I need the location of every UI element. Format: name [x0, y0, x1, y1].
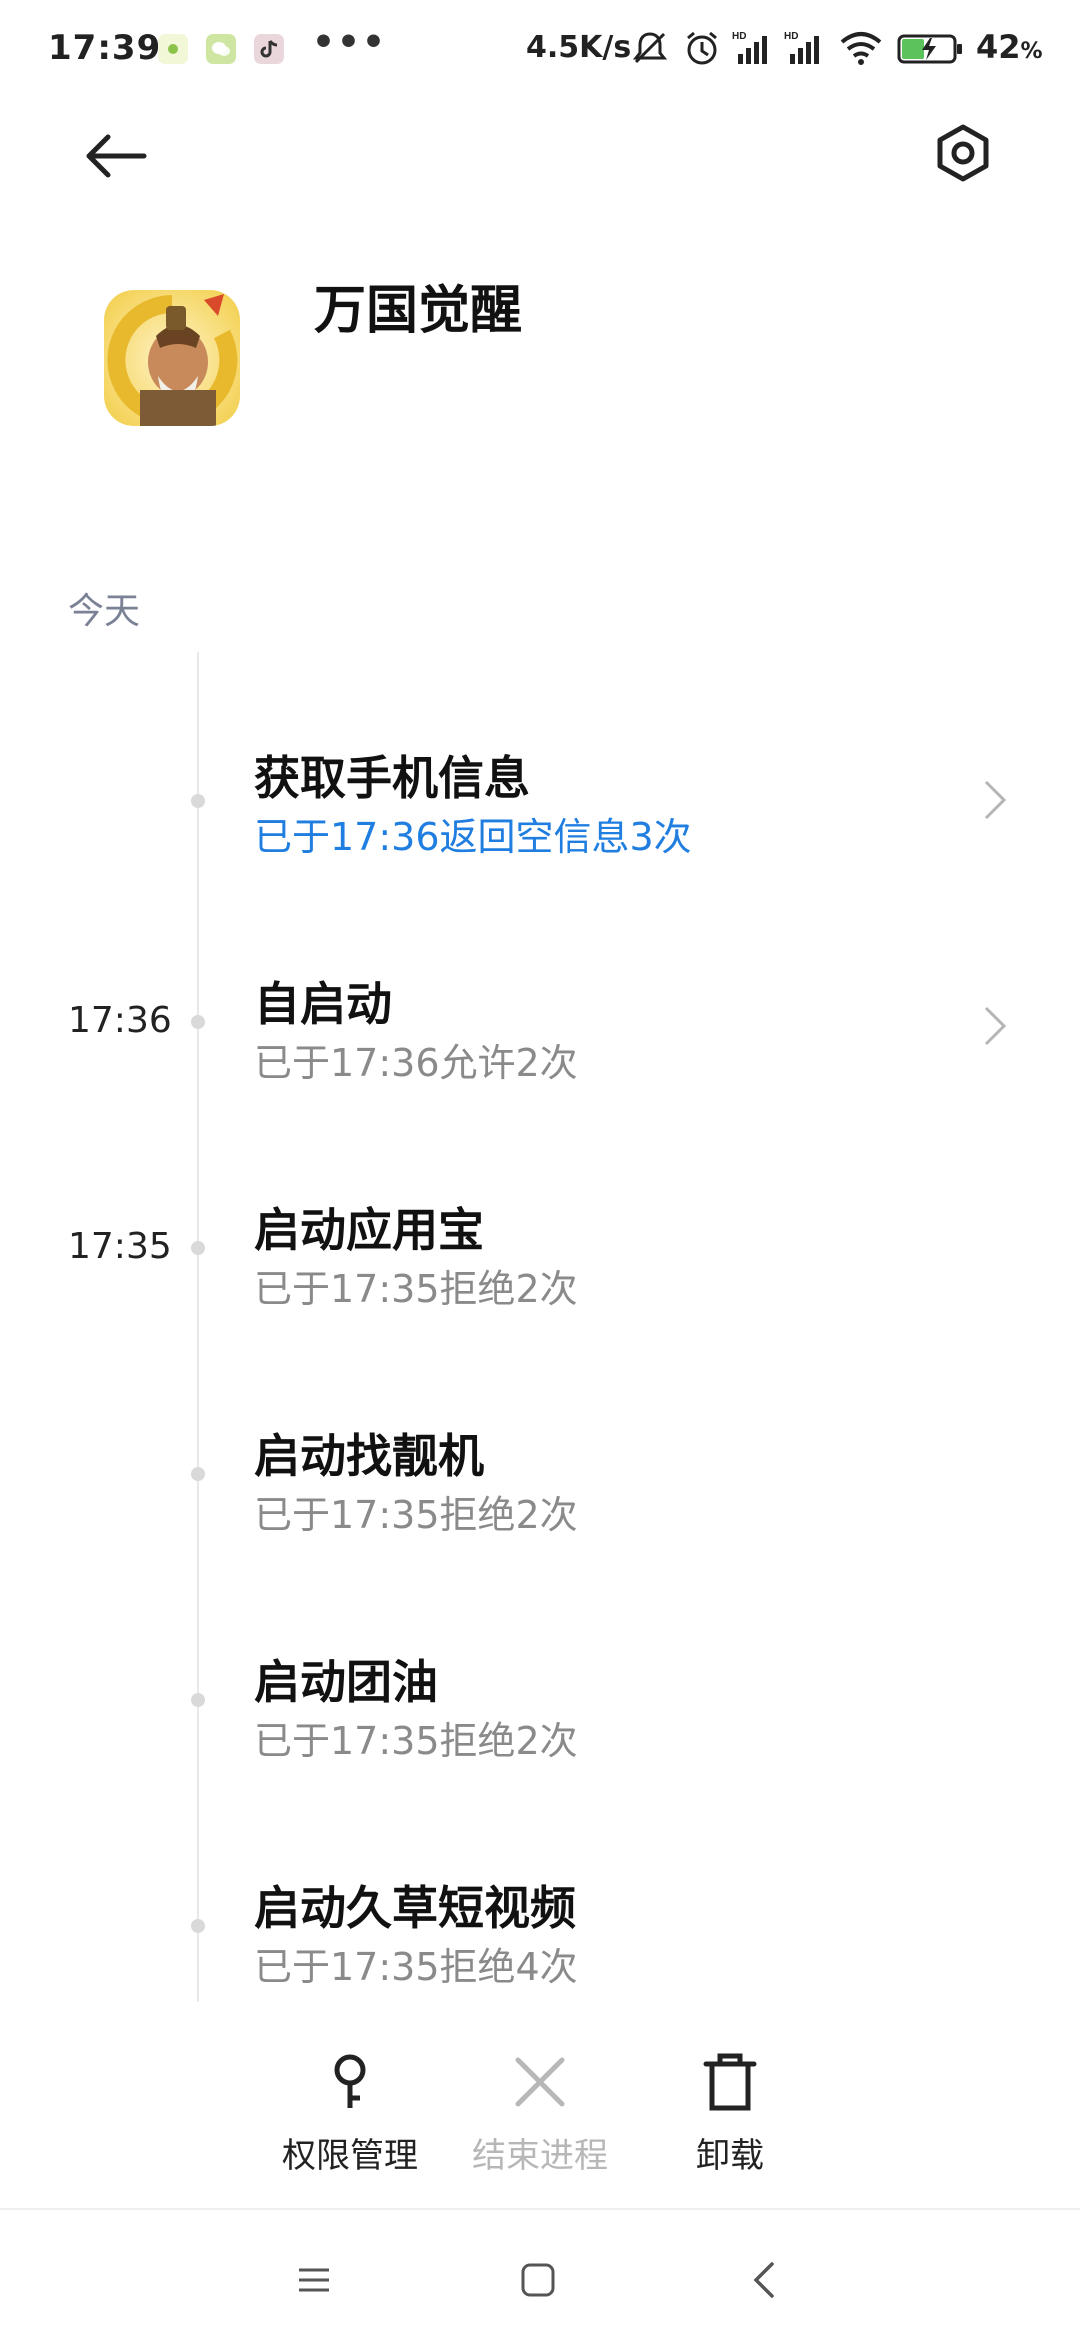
arrow-left-icon [86, 134, 147, 178]
timeline-item[interactable]: 17:36 自启动 已于17:36允许2次 [0, 920, 1080, 1120]
timeline-subtitle: 已于17:36返回空信息3次 [254, 815, 692, 859]
timeline-subtitle: 已于17:35拒绝4次 [254, 1945, 578, 1989]
timeline-item[interactable]: 获取手机信息 已于17:36返回空信息3次 [0, 694, 1080, 894]
back-chevron-icon [753, 2262, 774, 2298]
end-process-button[interactable]: 结束进程 [450, 2030, 630, 2200]
alarm-icon [687, 31, 717, 65]
timeline-item: 启动团油 已于17:35拒绝2次 [0, 1598, 1080, 1798]
timeline-dot [191, 794, 205, 808]
home-square-icon [521, 2263, 555, 2297]
system-back-button[interactable] [734, 2250, 794, 2310]
timeline-item: 启动找靓机 已于17:35拒绝2次 [0, 1372, 1080, 1572]
wechat-icon [206, 34, 236, 64]
close-icon [515, 2057, 565, 2107]
hexagon-settings-icon [937, 124, 989, 182]
timeline-time: 17:36 [68, 1000, 172, 1041]
menu-icon [299, 2268, 329, 2292]
home-button[interactable] [508, 2250, 568, 2310]
timeline-title: 启动找靓机 [254, 1429, 484, 1483]
timeline-subtitle: 已于17:35拒绝2次 [254, 1267, 578, 1311]
timeline-time: 17:35 [68, 1226, 172, 1267]
section-label-today: 今天 [68, 591, 141, 632]
timeline-dot [191, 1919, 205, 1933]
trash-icon [703, 2053, 757, 2111]
timeline-title: 启动久草短视频 [254, 1881, 576, 1935]
status-time: 17:39 [48, 28, 162, 68]
permissions-button[interactable]: 权限管理 [260, 2030, 440, 2200]
uninstall-label: 卸载 [696, 2136, 764, 2176]
timeline-dot [191, 1693, 205, 1707]
network-speed: 4.5K/s [526, 30, 632, 65]
system-nav-bar [0, 2210, 1080, 2340]
timeline-subtitle: 已于17:35拒绝2次 [254, 1493, 578, 1537]
signal-hd-2-icon: HD [784, 31, 819, 64]
battery-charging-icon [897, 34, 962, 64]
timeline-dot [191, 1467, 205, 1481]
key-icon [334, 2054, 366, 2108]
timeline-item: 启动久草短视频 已于17:35拒绝4次 [0, 1824, 1080, 2024]
timeline-title: 启动团油 [254, 1655, 438, 1709]
app-name: 万国觉醒 [314, 281, 523, 341]
signal-hd-1-icon: HD [732, 31, 767, 64]
svg-text:HD: HD [732, 31, 746, 42]
tiktok-icon [254, 34, 284, 64]
bottom-actions: 权限管理 结束进程 卸载 [0, 2030, 1080, 2200]
back-button[interactable] [78, 124, 154, 188]
svg-text:HD: HD [784, 31, 798, 42]
uninstall-button[interactable]: 卸载 [640, 2030, 820, 2200]
notification-app-icon-1 [158, 34, 188, 64]
recent-apps-button[interactable] [284, 2250, 344, 2310]
app-icon [104, 290, 240, 426]
timeline-title: 获取手机信息 [254, 751, 530, 805]
timeline-title: 自启动 [254, 977, 392, 1031]
app-settings-button[interactable] [928, 118, 998, 188]
chevron-right-icon [984, 780, 1007, 820]
chevron-right-icon [984, 1006, 1007, 1046]
timeline-title: 启动应用宝 [254, 1203, 484, 1257]
end-process-label: 结束进程 [472, 2136, 608, 2176]
status-bar: 17:39 ••• 4.5K/s HD HD 42% [0, 0, 1080, 96]
mute-bell-icon [632, 32, 668, 64]
wifi-icon [840, 32, 882, 65]
more-notifications-icon: ••• [312, 22, 388, 63]
timeline-dot [191, 1015, 205, 1029]
timeline-dot [191, 1241, 205, 1255]
timeline-subtitle: 已于17:36允许2次 [254, 1041, 578, 1085]
permissions-label: 权限管理 [282, 2136, 418, 2176]
timeline-item: 17:35 启动应用宝 已于17:35拒绝2次 [0, 1146, 1080, 1346]
battery-percent: 42% [976, 28, 1043, 66]
timeline-subtitle: 已于17:35拒绝2次 [254, 1719, 578, 1763]
